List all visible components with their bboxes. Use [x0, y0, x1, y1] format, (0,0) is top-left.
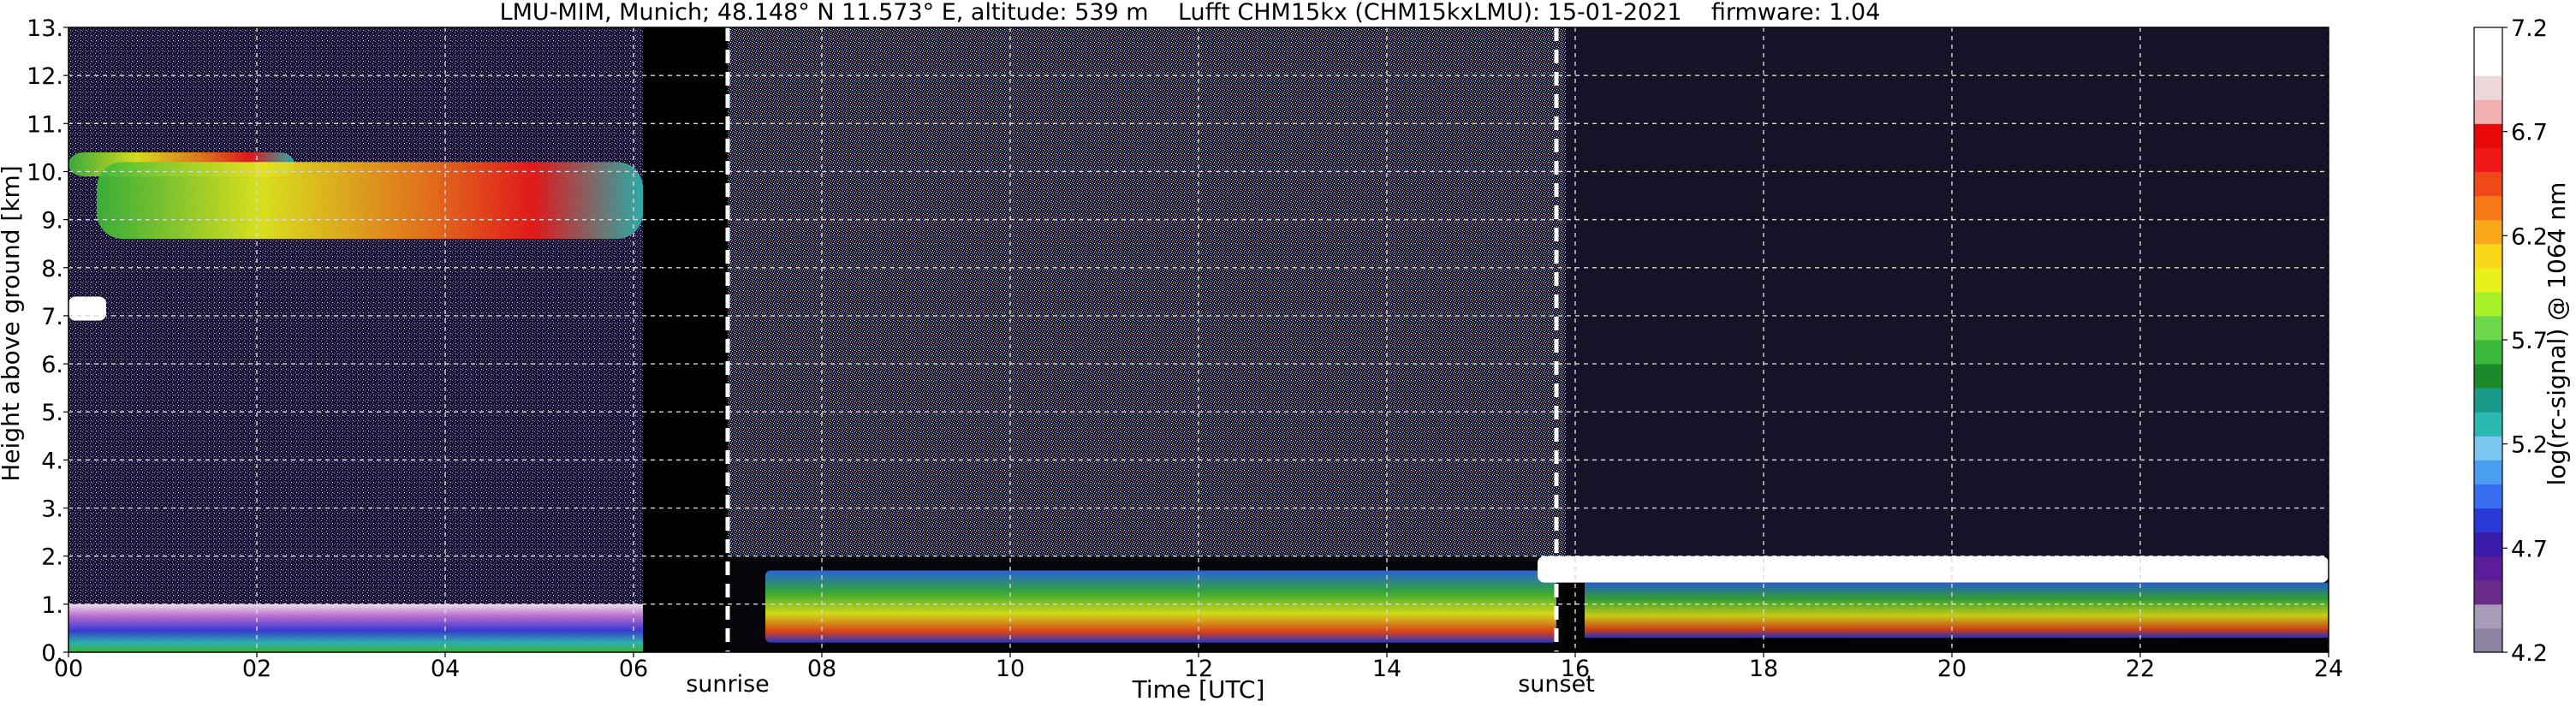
colorbar-segment — [2474, 436, 2502, 460]
night-sky-evening — [1566, 27, 2329, 556]
colorbar-segment — [2474, 243, 2502, 269]
colorbar-segment — [2474, 267, 2502, 293]
y-tick-label: 1. — [41, 592, 63, 619]
y-tick-label: 11. — [27, 111, 63, 138]
colorbar-segment — [2474, 51, 2502, 76]
colorbar-segment — [2474, 315, 2502, 341]
x-tick-label: 04 — [431, 656, 460, 682]
colorbar-tick-label: 7.2 — [2511, 15, 2548, 42]
feature-boundary-layer-night — [68, 603, 643, 652]
annotation-sunset: sunset — [1518, 671, 1595, 698]
colorbar-segment — [2474, 603, 2502, 629]
colorbar-segment — [2474, 556, 2502, 581]
colorbar-segment — [2474, 508, 2502, 533]
x-tick-label: 02 — [242, 656, 271, 682]
y-axis-label: Height above ground [km] — [0, 165, 25, 482]
x-tick-label: 14 — [1372, 656, 1401, 682]
colorbar-segment — [2474, 123, 2502, 148]
x-tick-label: 08 — [807, 656, 836, 682]
x-axis-label: Time [UTC] — [1132, 675, 1265, 704]
ceilometer-figure: 00 02 04 06 08 10 12 14 16 18 20 22 24 0.1.2.3.4.5.6… — [0, 0, 2571, 704]
colorbar-segment — [2474, 532, 2502, 557]
y-tick-label: 4. — [41, 448, 63, 474]
feature-cloud-top-evening — [1538, 556, 2329, 583]
x-tick-label: 10 — [996, 656, 1025, 682]
x-tick-label: 20 — [1937, 656, 1966, 682]
y-tick-label: 10. — [27, 159, 63, 186]
x-tick-label: 24 — [2314, 656, 2343, 682]
colorbar-segment — [2474, 412, 2502, 437]
y-tick-label: 5. — [41, 400, 63, 426]
y-tick-label: 8. — [41, 256, 63, 282]
y-tick-label: 12. — [27, 63, 63, 90]
signal-gap-morning — [643, 27, 728, 652]
colorbar-segment — [2474, 340, 2502, 365]
y-axis-ticks: 0. 1. 2. 3. 4. 5. 6. 7. 8. 9. 10. 11. 12. 13. — [27, 15, 68, 667]
y-tick-label: 3. — [41, 496, 63, 523]
annotation-sunrise: sunrise — [686, 671, 770, 698]
colorbar-segment — [2474, 99, 2502, 124]
colorbar-tick-label: 6.7 — [2511, 120, 2548, 146]
colorbar-segment — [2474, 75, 2502, 100]
colorbar-segment — [2474, 484, 2502, 509]
y-tick-label: 9. — [41, 208, 63, 235]
y-tick-label: 0. — [41, 640, 63, 667]
colorbar-label: log(rc-signal) @ 1064 nm — [2543, 182, 2571, 486]
colorbar-ticks: 4.24.75.25.76.26.77.2 — [2502, 15, 2548, 667]
colorbar-segment — [2474, 147, 2502, 172]
x-tick-label: 06 — [619, 656, 648, 682]
y-tick-label: 7. — [41, 304, 63, 330]
y-tick-label: 13. — [27, 15, 63, 42]
colorbar-segment — [2474, 219, 2502, 245]
chart-title: LMU-MIM, Munich; 48.148° N 11.573° E, al… — [500, 0, 1881, 26]
y-tick-label: 6. — [41, 352, 63, 378]
colorbar-segment — [2474, 460, 2502, 484]
feature-cirrus-lower — [97, 162, 643, 240]
colorbar — [2473, 27, 2503, 653]
y-tick-label: 2. — [41, 544, 63, 571]
colorbar-segment — [2474, 291, 2502, 317]
colorbar-tick-label: 4.2 — [2511, 640, 2548, 667]
x-tick-label: 22 — [2126, 656, 2155, 682]
colorbar-segment — [2474, 171, 2502, 197]
colorbar-segment — [2474, 388, 2502, 413]
colorbar-segment — [2474, 27, 2502, 52]
colorbar-segment — [2474, 579, 2502, 605]
colorbar-segment — [2474, 364, 2502, 389]
feature-boundary-layer-day — [765, 570, 1556, 643]
colorbar-segment — [2474, 195, 2502, 221]
feature-thin-layer — [68, 296, 106, 321]
colorbar-segment — [2474, 627, 2502, 653]
feature-cloud-base-evening — [1585, 582, 2329, 639]
x-tick-label: 18 — [1749, 656, 1778, 682]
colorbar-tick-label: 4.7 — [2511, 536, 2548, 562]
